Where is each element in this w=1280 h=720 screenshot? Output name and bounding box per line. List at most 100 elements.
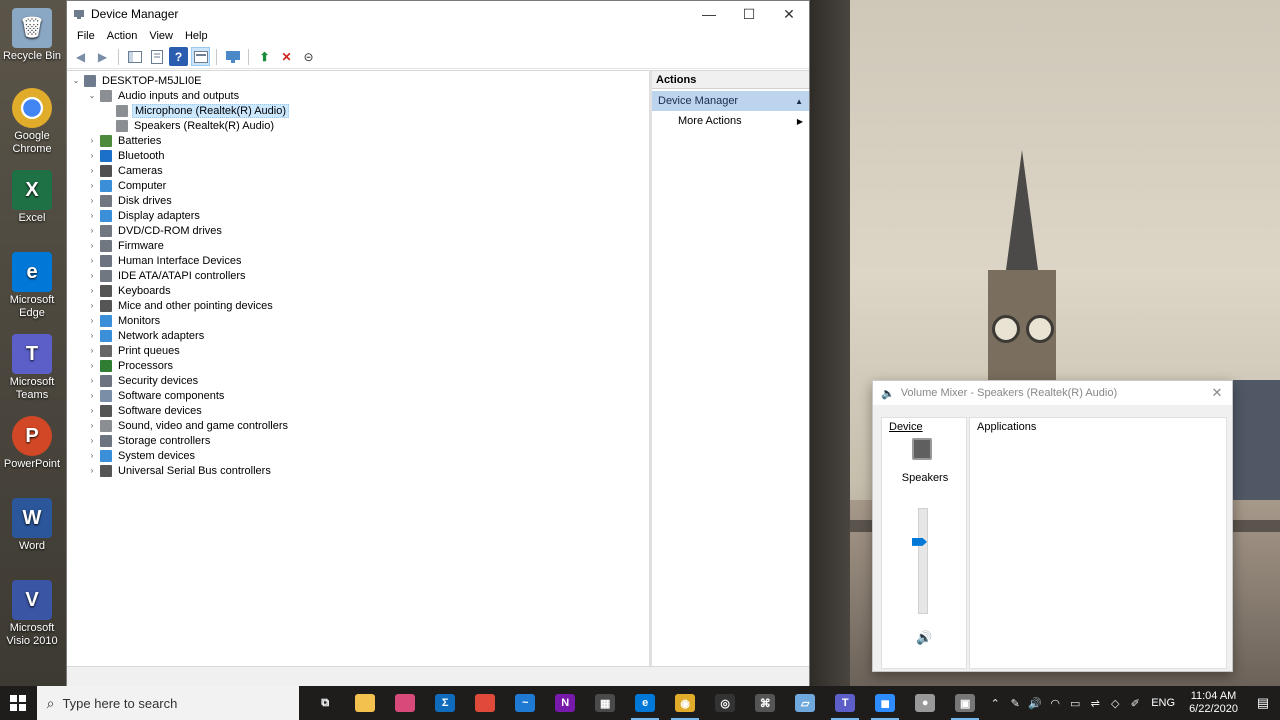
collapse-chevron-icon[interactable]: ⌄ xyxy=(71,76,81,85)
collapse-up-icon[interactable]: ▲ xyxy=(795,97,803,106)
expand-chevron-icon[interactable]: › xyxy=(87,406,97,415)
expand-chevron-icon[interactable]: › xyxy=(87,361,97,370)
tree-item-microphone[interactable]: Microphone (Realtek(R) Audio) xyxy=(103,103,290,118)
taskbar-app-button[interactable]: ⌘ xyxy=(745,686,785,720)
forward-arrow-icon[interactable]: ▶ xyxy=(93,47,112,66)
tree-item-category[interactable]: › Universal Serial Bus controllers xyxy=(87,463,273,478)
tree-item-category[interactable]: › Bluetooth xyxy=(87,148,166,163)
expand-chevron-icon[interactable]: › xyxy=(87,256,97,265)
collapse-chevron-icon[interactable]: ⌄ xyxy=(87,91,97,100)
menu-file[interactable]: File xyxy=(71,30,101,42)
properties-icon[interactable] xyxy=(147,47,166,66)
taskbar-app-button[interactable]: ◉ xyxy=(665,686,705,720)
tree-item-category[interactable]: › Security devices xyxy=(87,373,200,388)
back-arrow-icon[interactable]: ◀ xyxy=(71,47,90,66)
tree-item-category[interactable]: › Cameras xyxy=(87,163,165,178)
device-label[interactable]: Device xyxy=(889,421,923,433)
sign-icon[interactable]: ✐ xyxy=(1125,697,1145,710)
view-icon[interactable] xyxy=(191,47,210,66)
expand-chevron-icon[interactable]: › xyxy=(87,316,97,325)
taskbar-app-button[interactable]: ◼ xyxy=(865,686,905,720)
tree-item-category[interactable]: › Batteries xyxy=(87,133,163,148)
speakers-icon[interactable] xyxy=(912,438,932,460)
expand-chevron-icon[interactable]: › xyxy=(87,301,97,310)
tree-item-category[interactable]: › Display adapters xyxy=(87,208,202,223)
tree-item-category[interactable]: › DVD/CD-ROM drives xyxy=(87,223,224,238)
minimize-button[interactable]: — xyxy=(689,1,729,27)
taskbar-app-button[interactable] xyxy=(345,686,385,720)
tree-item-category[interactable]: › Sound, video and game controllers xyxy=(87,418,290,433)
volume-mixer-title-bar[interactable]: 🔈 Volume Mixer - Speakers (Realtek(R) Au… xyxy=(873,381,1232,405)
tree-item-category[interactable]: › Monitors xyxy=(87,313,162,328)
tree-item-category[interactable]: › Disk drives xyxy=(87,193,174,208)
expand-chevron-icon[interactable]: › xyxy=(87,181,97,190)
taskbar-app-button[interactable]: ▣ xyxy=(945,686,985,720)
title-bar[interactable]: Device Manager — ☐ ✕ xyxy=(67,1,809,27)
tree-item-category[interactable]: › IDE ATA/ATAPI controllers xyxy=(87,268,248,283)
desktop-icon-google-chrome[interactable]: Google Chrome xyxy=(2,88,62,156)
uninstall-device-icon[interactable]: ✕ xyxy=(277,47,296,66)
taskbar-app-button[interactable]: N xyxy=(545,686,585,720)
volume-icon[interactable]: 🔊 xyxy=(1025,697,1045,710)
taskbar-app-button[interactable] xyxy=(465,686,505,720)
taskbar-app-button[interactable]: ~ xyxy=(505,686,545,720)
tree-item-category[interactable]: › Mice and other pointing devices xyxy=(87,298,275,313)
help-icon[interactable]: ? xyxy=(169,47,188,66)
taskbar-app-button[interactable]: ⧉ xyxy=(305,686,345,720)
expand-chevron-icon[interactable]: › xyxy=(87,451,97,460)
expand-chevron-icon[interactable]: › xyxy=(87,391,97,400)
tree-item-root[interactable]: ⌄ DESKTOP-M5JLI0E xyxy=(71,73,203,88)
expand-chevron-icon[interactable]: › xyxy=(87,331,97,340)
desktop-icon-powerpoint[interactable]: P PowerPoint xyxy=(2,416,62,471)
expand-chevron-icon[interactable]: › xyxy=(87,211,97,220)
menu-action[interactable]: Action xyxy=(101,30,144,42)
taskbar-app-button[interactable]: ◎ xyxy=(705,686,745,720)
taskbar-app-button[interactable]: ● xyxy=(905,686,945,720)
tree-item-category[interactable]: › Firmware xyxy=(87,238,166,253)
maximize-button[interactable]: ☐ xyxy=(729,1,769,27)
desktop-icon-word[interactable]: W Word xyxy=(2,498,62,553)
tree-item-category[interactable]: › Computer xyxy=(87,178,168,193)
taskbar-app-button[interactable]: e xyxy=(625,686,665,720)
more-actions-item[interactable]: More Actions ▶ xyxy=(652,111,809,131)
desktop-icon-excel[interactable]: X Excel xyxy=(2,170,62,225)
tree-item-category[interactable]: › Storage controllers xyxy=(87,433,212,448)
taskbar-app-button[interactable]: ▦ xyxy=(585,686,625,720)
taskbar-app-button[interactable]: ▱ xyxy=(785,686,825,720)
disable-device-icon[interactable]: ⊝ xyxy=(299,47,318,66)
expand-chevron-icon[interactable]: › xyxy=(87,421,97,430)
tree-item-category[interactable]: › Keyboards xyxy=(87,283,173,298)
tree-item-category[interactable]: › Software devices xyxy=(87,403,204,418)
tree-item-audio-inputs[interactable]: ⌄ Audio inputs and outputs xyxy=(87,88,241,103)
menu-view[interactable]: View xyxy=(143,30,179,42)
notifications-icon[interactable]: ▤ xyxy=(1246,695,1280,711)
tree-item-speakers[interactable]: Speakers (Realtek(R) Audio) xyxy=(103,118,276,133)
dropbox-icon[interactable]: ◇ xyxy=(1105,697,1125,710)
desktop-icon-microsoft-teams[interactable]: T Microsoft Teams xyxy=(2,334,62,402)
taskbar-app-button[interactable]: T xyxy=(825,686,865,720)
tree-item-category[interactable]: › Print queues xyxy=(87,343,182,358)
desktop-icon-microsoft-visio[interactable]: V Microsoft Visio 2010 xyxy=(2,580,62,648)
expand-chevron-icon[interactable]: › xyxy=(87,226,97,235)
input-language[interactable]: ENG xyxy=(1145,697,1181,709)
chevron-up-icon[interactable]: ⌃ xyxy=(985,697,1005,710)
tree-item-category[interactable]: › Processors xyxy=(87,358,175,373)
tree-item-category[interactable]: › Network adapters xyxy=(87,328,206,343)
show-hide-console-tree-icon[interactable] xyxy=(125,47,144,66)
expand-chevron-icon[interactable]: › xyxy=(87,436,97,445)
expand-chevron-icon[interactable]: › xyxy=(87,166,97,175)
update-driver-icon[interactable]: ⬆ xyxy=(255,47,274,66)
taskbar-search[interactable]: ⌕ Type here to search xyxy=(36,686,300,720)
desktop-icon-microsoft-edge[interactable]: e Microsoft Edge xyxy=(2,252,62,320)
actions-group-device-manager[interactable]: Device Manager ▲ xyxy=(652,91,809,111)
desktop-icon-recycle-bin[interactable]: 🗑 Recycle Bin xyxy=(2,8,62,63)
expand-chevron-icon[interactable]: › xyxy=(87,196,97,205)
wifi-icon[interactable]: ◠ xyxy=(1045,697,1065,710)
taskbar-app-button[interactable]: Σ xyxy=(425,686,465,720)
menu-help[interactable]: Help xyxy=(179,30,214,42)
close-button[interactable]: ✕ xyxy=(769,1,809,27)
pen-icon[interactable]: ✎ xyxy=(1005,697,1025,710)
expand-chevron-icon[interactable]: › xyxy=(87,466,97,475)
mute-toggle-icon[interactable]: 🔊 xyxy=(916,630,932,646)
start-button[interactable] xyxy=(0,686,37,720)
